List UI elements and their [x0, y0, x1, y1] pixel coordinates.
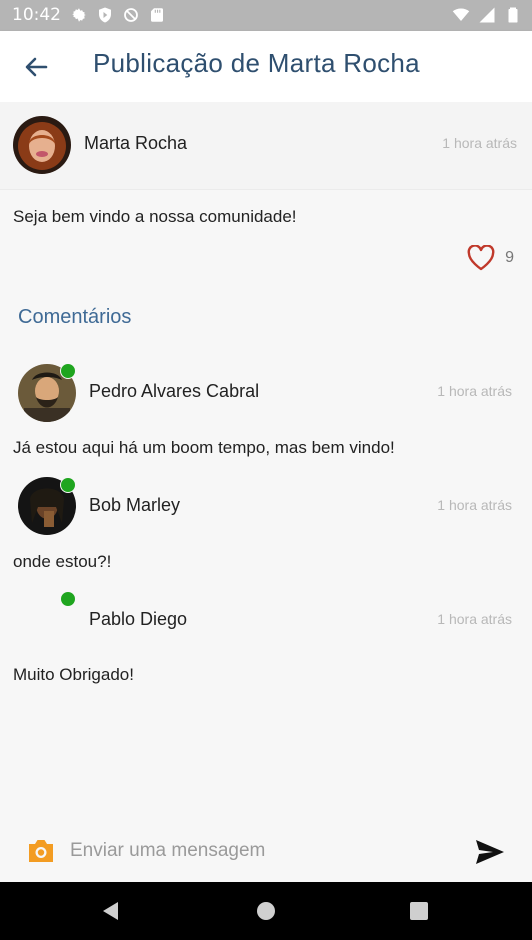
nav-home-icon[interactable] [255, 900, 277, 922]
message-input[interactable] [70, 832, 450, 870]
like-control: 9 [467, 245, 514, 271]
like-count: 9 [505, 249, 514, 266]
send-icon[interactable] [474, 838, 506, 866]
system-nav-bar [0, 882, 532, 940]
comment-timestamp: 1 hora atrás [437, 383, 512, 399]
comments-heading: Comentários [18, 306, 132, 328]
nav-back-icon[interactable] [100, 900, 122, 922]
notification-icons [70, 6, 166, 24]
sync-off-icon [124, 8, 138, 22]
back-arrow-icon[interactable] [20, 51, 52, 83]
page-title: Publicação de Marta Rocha [93, 48, 420, 78]
system-icons [452, 6, 522, 24]
comment-text: Já estou aqui há um boom tempo, mas bem … [13, 438, 395, 457]
comment-text: Muito Obrigado! [13, 665, 134, 684]
post-author-name[interactable]: Marta Rocha [84, 133, 187, 154]
online-status-dot [60, 591, 76, 607]
online-status-dot [60, 363, 76, 379]
post-header: Marta Rocha 1 hora atrás [0, 102, 532, 190]
nav-recents-icon[interactable] [408, 900, 430, 922]
wifi-icon [452, 8, 470, 21]
heart-icon[interactable] [467, 245, 495, 271]
comment-timestamp: 1 hora atrás [437, 497, 512, 513]
comment-text: onde estou?! [13, 552, 112, 571]
sd-card-icon [151, 8, 163, 22]
camera-icon[interactable] [26, 837, 56, 865]
post-timestamp: 1 hora atrás [442, 135, 517, 151]
app-bar: Publicação de Marta Rocha [0, 31, 532, 102]
comment-timestamp: 1 hora atrás [437, 611, 512, 627]
comment-author-name[interactable]: Pedro Alvares Cabral [89, 381, 259, 402]
signal-icon [479, 7, 495, 23]
status-time: 10:42 [12, 5, 61, 25]
avatar-photo-icon [13, 116, 71, 174]
comment-author-name[interactable]: Pablo Diego [89, 609, 187, 630]
comment-author-name[interactable]: Bob Marley [89, 495, 180, 516]
author-avatar[interactable] [13, 116, 71, 174]
battery-icon [508, 7, 518, 23]
status-bar: 10:42 [0, 0, 532, 31]
message-composer [0, 822, 532, 882]
settings-icon [72, 8, 86, 22]
shield-play-icon [99, 7, 111, 23]
post-text: Seja bem vindo a nossa comunidade! [13, 207, 297, 226]
online-status-dot [60, 477, 76, 493]
